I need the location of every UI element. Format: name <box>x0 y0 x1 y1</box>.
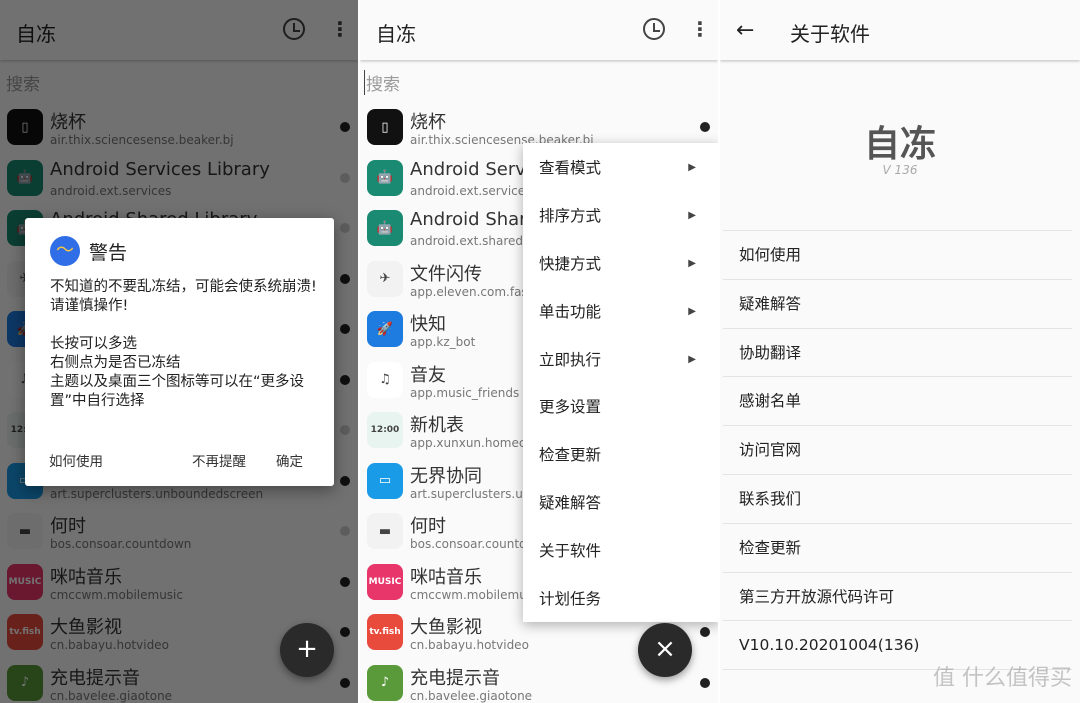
app-icon: 🤖 <box>367 159 403 196</box>
add-fab-button[interactable]: + <box>280 623 334 677</box>
app-icon: ✈ <box>367 260 403 297</box>
about-option[interactable]: 访问官网 <box>723 426 1072 475</box>
about-app-name: 自冻 <box>863 124 936 165</box>
dialog-title: 警告 <box>89 242 128 264</box>
submenu-arrow-icon: ▶ <box>688 209 696 221</box>
app-name: 快知 <box>410 314 446 335</box>
app-icon: ♫ <box>367 361 403 398</box>
watermark-logo: 值 什么值得买 <box>933 666 1072 691</box>
menu-item[interactable]: 更多设置 <box>523 382 718 430</box>
menu-item-label: 快捷方式 <box>539 254 602 273</box>
frozen-status-dot[interactable] <box>700 677 710 688</box>
app-icon: 🤖 <box>367 210 403 246</box>
app-logo-icon: 〜 <box>50 236 80 266</box>
app-package: cn.babayu.hotvideo <box>410 638 529 652</box>
how-to-use-button[interactable]: 如何使用 <box>49 450 103 470</box>
app-icon: MUSIC <box>367 563 403 600</box>
menu-item-label: 排序方式 <box>539 206 602 225</box>
submenu-arrow-icon: ▶ <box>688 353 696 365</box>
main-screen-with-warning: 自冻 ⋮ 搜索 ▯烧杯air.thix.sciencesense.beaker.… <box>0 0 358 703</box>
app-icon: ▭ <box>367 462 403 499</box>
about-options-list: 如何使用 疑难解答 协助翻译 感谢名单 访问官网 联系我们 检查更新 第三方开放源代码许可 V1… <box>723 230 1072 671</box>
search-input[interactable]: 搜索 <box>364 70 400 95</box>
app-name: 无界协同 <box>410 465 482 487</box>
menu-item[interactable]: 计划任务 <box>523 574 718 622</box>
app-icon: 🚀 <box>367 311 403 347</box>
app-icon: ♪ <box>367 664 403 701</box>
app-package: cn.bavelee.giaotone <box>410 688 533 703</box>
warning-dialog: 〜 警告 不知道的不要乱冻结，可能会使系统崩溃! 请谨慎操作! 长按可以多选 右… <box>25 218 334 486</box>
app-icon: 12:00 <box>367 412 403 448</box>
more-vert-icon[interactable]: ⋮ <box>690 18 710 40</box>
menu-item-label: 查看模式 <box>539 159 602 177</box>
about-option[interactable]: 检查更新 <box>723 524 1072 573</box>
main-screen-with-menu: 自冻 ⋮ 搜索 ▯ 烧杯 air.thix.sciencesense.beaker.… <box>360 0 718 703</box>
app-title: 自冻 <box>376 22 416 46</box>
menu-item[interactable]: 关于软件 <box>523 526 718 574</box>
about-option[interactable]: 协助翻译 <box>723 329 1072 378</box>
menu-item[interactable]: 快捷方式 ▶ <box>523 239 718 287</box>
app-package: app.music_friends <box>410 385 520 400</box>
app-name: 咪咕音乐 <box>410 566 482 588</box>
menu-item[interactable]: 检查更新 <box>523 430 718 478</box>
menu-item-label: 检查更新 <box>539 446 602 465</box>
app-bar: 自冻 ⋮ <box>360 0 718 60</box>
app-name: 何时 <box>410 516 446 537</box>
submenu-arrow-icon: ▶ <box>688 257 696 269</box>
frozen-status-dot[interactable] <box>700 122 710 132</box>
app-name: 大鱼影视 <box>410 617 482 638</box>
app-name: 新机表 <box>410 415 464 436</box>
app-package: app.kz_bot <box>410 335 476 349</box>
about-option[interactable]: 联系我们 <box>723 475 1072 524</box>
ok-button[interactable]: 确定 <box>276 450 303 470</box>
app-icon: ▯ <box>367 109 403 145</box>
app-package: android.ext.services <box>410 183 532 198</box>
menu-item-label: 更多设置 <box>539 398 602 417</box>
app-name: 烧杯 <box>410 112 446 133</box>
about-option[interactable]: 第三方开放源代码许可 <box>723 573 1072 622</box>
app-name: 充电提示音 <box>410 667 500 689</box>
about-option[interactable]: 疑难解答 <box>723 280 1072 329</box>
submenu-arrow-icon: ▶ <box>688 162 696 173</box>
overflow-menu: 查看模式 ▶ 排序方式 ▶ 快捷方式 ▶ 单击功能 ▶ 立即执行 ▶ 更多设置检查更新疑难解答关于软… <box>523 143 718 622</box>
submenu-arrow-icon: ▶ <box>688 305 696 317</box>
menu-item[interactable]: 疑难解答 <box>523 478 718 526</box>
menu-item[interactable]: 排序方式 ▶ <box>523 191 718 239</box>
app-name: 音友 <box>410 364 446 386</box>
frozen-status-dot[interactable] <box>700 627 710 637</box>
about-header-title: 关于软件 <box>790 22 870 46</box>
about-option[interactable]: 如何使用 <box>723 231 1072 280</box>
menu-item-label: 立即执行 <box>539 350 602 369</box>
menu-item-label: 单击功能 <box>539 302 602 321</box>
menu-item-label: 计划任务 <box>539 590 602 609</box>
alarm-icon[interactable] <box>643 18 665 40</box>
about-option[interactable]: 感谢名单 <box>723 377 1072 427</box>
back-arrow-icon[interactable]: ← <box>736 18 754 43</box>
app-name: 文件闪传 <box>410 263 482 285</box>
menu-item[interactable]: 查看模式 ▶ <box>523 143 718 191</box>
app-package: android.ext.shared <box>410 234 524 248</box>
menu-item[interactable]: 单击功能 ▶ <box>523 287 718 335</box>
about-version: V 136 <box>882 163 918 177</box>
app-icon: tv.fish <box>367 614 403 650</box>
about-screen: ← 关于软件 自冻 V 136 如何使用 疑难解答 协助翻译 感谢名单 访问官网 联系我们… <box>720 0 1080 703</box>
app-icon: ▬ <box>367 513 403 549</box>
menu-item-label: 关于软件 <box>539 542 602 561</box>
menu-item[interactable]: 立即执行 ▶ <box>523 335 718 383</box>
about-app-bar: ← 关于软件 <box>720 0 1080 60</box>
menu-item-label: 疑难解答 <box>539 494 602 513</box>
dialog-message: 不知道的不要乱冻结，可能会使系统崩溃! 请谨慎操作! 长按可以多选 右侧点为是否… <box>50 279 317 409</box>
dont-remind-button[interactable]: 不再提醒 <box>192 450 246 470</box>
close-fab-button[interactable]: × <box>638 623 692 677</box>
